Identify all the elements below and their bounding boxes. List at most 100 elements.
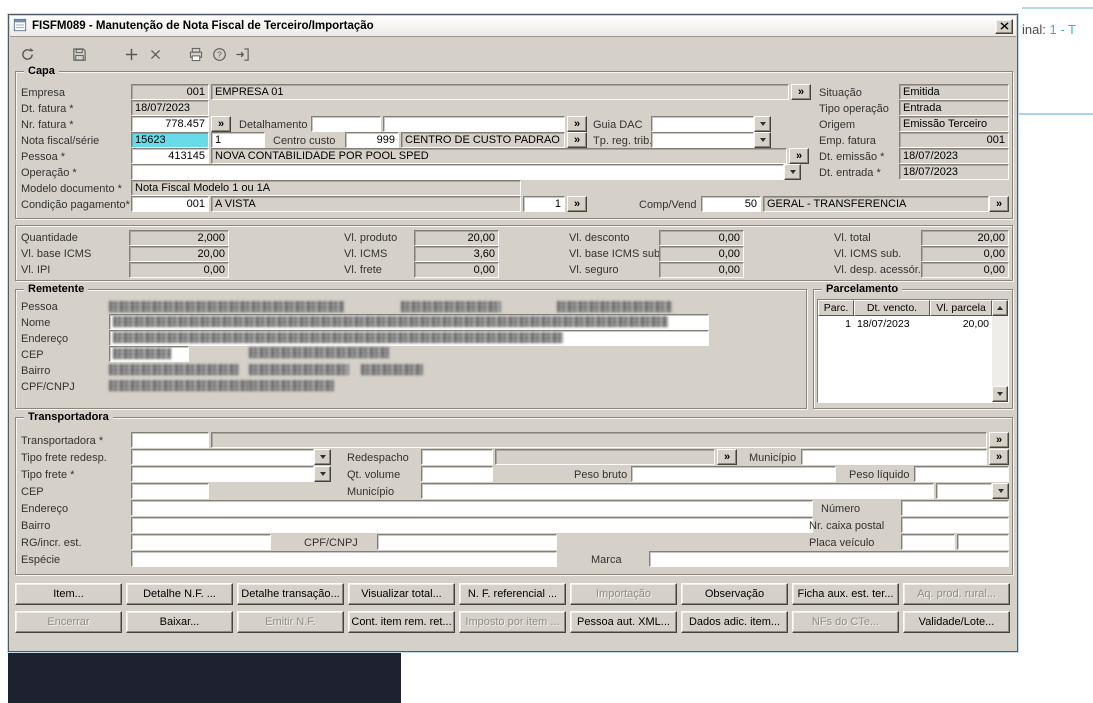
nf-referencial-button[interactable]: N. F. referencial ... (459, 583, 566, 605)
new-button[interactable] (119, 43, 143, 65)
qt-volume-field[interactable] (421, 466, 493, 482)
municipio-redesp-lookup-button[interactable]: » (989, 449, 1009, 465)
tp-reg-trib-combobox[interactable] (651, 132, 771, 148)
parcelamento-header-vl-parcela[interactable]: Vl. parcela (930, 300, 992, 316)
operacao-dropdown-button[interactable] (784, 164, 801, 180)
window-icon (13, 18, 27, 35)
undo-button[interactable] (15, 43, 39, 65)
transportadora-lookup-button[interactable]: » (989, 432, 1009, 448)
comp-vend-lookup-button[interactable]: » (989, 196, 1009, 212)
cpf-cnpj-field[interactable] (377, 534, 557, 550)
remetente-cpf-cnpj-label: CPF/CNPJ (21, 381, 75, 393)
tipo-frete-combobox[interactable] (131, 466, 331, 482)
tp-reg-trib-value[interactable] (651, 132, 754, 148)
centro-custo-name-field: CENTRO DE CUSTO PADRAO (401, 132, 565, 148)
redespacho-lookup-button[interactable]: » (717, 449, 737, 465)
comp-vend-code-field[interactable]: 50 (701, 196, 761, 212)
vl-ipi-field: 0,00 (129, 262, 229, 278)
cont-item-rem-ret-button[interactable]: Cont. item rem. ret... (348, 611, 455, 633)
uf-dropdown-button[interactable] (992, 483, 1009, 499)
parcelamento-cell-dt-vencto[interactable]: 18/07/2023 (854, 316, 930, 332)
centro-custo-code-field[interactable]: 999 (345, 132, 399, 148)
peso-liquido-label: Peso líquido (849, 469, 910, 481)
parcelamento-cell-parc[interactable]: 1 (818, 316, 854, 332)
condicao-pagamento-lookup-button[interactable]: » (567, 196, 587, 212)
operacao-combobox[interactable] (131, 164, 801, 180)
nr-caixa-postal-field[interactable] (901, 517, 1009, 533)
detalhe-nf-button[interactable]: Detalhe N.F. ... (126, 583, 233, 605)
scroll-down-button[interactable] (992, 386, 1008, 402)
ficha-aux-est-ter-button[interactable]: Ficha aux. est. ter... (792, 583, 899, 605)
validade-lote-button[interactable]: Validade/Lote... (903, 611, 1010, 633)
tipo-frete-dropdown-button[interactable] (314, 466, 331, 482)
rg-incr-est-field[interactable] (131, 534, 271, 550)
operacao-value[interactable] (131, 164, 784, 180)
uf-combobox[interactable] (936, 483, 1009, 499)
marca-field[interactable] (649, 551, 1009, 567)
bairro-field[interactable] (131, 517, 813, 533)
tipo-operacao-label: Tipo operação (819, 103, 889, 115)
tp-reg-trib-dropdown-button[interactable] (754, 132, 771, 148)
parcelamento-header-parc[interactable]: Parc. (818, 300, 854, 316)
visualizar-total-button[interactable]: Visualizar total... (348, 583, 455, 605)
placa-veiculo-field[interactable] (901, 534, 955, 550)
cep-field[interactable] (131, 483, 209, 499)
pessoa-aut-xml-button[interactable]: Pessoa aut. XML... (570, 611, 677, 633)
delete-button[interactable] (143, 43, 167, 65)
nota-fiscal-field[interactable]: 15623 (131, 132, 209, 148)
empresa-lookup-button[interactable]: » (791, 84, 811, 100)
help-button[interactable]: ? (207, 43, 231, 65)
condicao-pagamento-code-field[interactable]: 001 (131, 196, 209, 212)
detalhamento-code-field[interactable] (311, 116, 381, 132)
tipo-frete-redesp-value[interactable] (131, 449, 314, 465)
imposto-por-item-button: Imposto por item ... (459, 611, 566, 633)
situacao-field: Emitida (899, 84, 1009, 100)
scrollbar-track[interactable] (992, 316, 1008, 386)
endereco-field[interactable] (131, 500, 813, 516)
placa-uf-field[interactable] (957, 534, 1009, 550)
parcelamento-cell-vl-parcela[interactable]: 20,00 (930, 316, 992, 332)
tipo-frete-redesp-combobox[interactable] (131, 449, 331, 465)
detalhamento-lookup-button[interactable]: » (567, 116, 587, 132)
transportadora-code-field[interactable] (131, 432, 209, 448)
window-title: FISFM089 - Manutenção de Nota Fiscal de … (32, 20, 374, 32)
municipio-redesp-field[interactable] (801, 449, 987, 465)
serie-field[interactable]: 1 (211, 132, 265, 148)
nr-fatura-lookup-button[interactable]: » (211, 116, 231, 132)
parcelamento-header-dt-vencto[interactable]: Dt. vencto. (854, 300, 930, 316)
exit-button[interactable] (230, 43, 254, 65)
origem-field: Emissão Terceiro (899, 116, 1009, 132)
guia-dac-combobox[interactable] (651, 116, 771, 132)
guia-dac-dropdown-button[interactable] (754, 116, 771, 132)
tipo-frete-value[interactable] (131, 466, 314, 482)
tipo-frete-redesp-dropdown-button[interactable] (314, 449, 331, 465)
guia-dac-value[interactable] (651, 116, 754, 132)
uf-value[interactable] (936, 483, 992, 499)
pessoa-code-field[interactable]: 413145 (131, 148, 209, 164)
vl-seguro-label: Vl. seguro (569, 264, 619, 276)
scroll-up-button[interactable] (992, 300, 1008, 316)
tipo-frete-redesp-label: Tipo frete redesp. (21, 452, 107, 464)
municipio-field[interactable] (421, 483, 934, 499)
observacao-button[interactable]: Observação (681, 583, 788, 605)
close-button[interactable] (995, 18, 1013, 34)
save-button[interactable] (67, 43, 91, 65)
detalhe-transacao-button[interactable]: Detalhe transação... (237, 583, 344, 605)
comp-vend-label: Comp/Vend (639, 199, 697, 211)
print-button[interactable] (184, 43, 208, 65)
detalhamento-name-field[interactable] (383, 116, 565, 132)
redespacho-label: Redespacho (347, 452, 409, 464)
nr-fatura-field[interactable]: 778.457 (131, 116, 209, 132)
title-bar[interactable]: FISFM089 - Manutenção de Nota Fiscal de … (10, 16, 1016, 37)
numero-field[interactable] (901, 500, 1009, 516)
item-button[interactable]: Item... (15, 583, 122, 605)
centro-custo-lookup-button[interactable]: » (567, 132, 587, 148)
dados-adic-item-button[interactable]: Dados adic. item... (681, 611, 788, 633)
baixar-button[interactable]: Baixar... (126, 611, 233, 633)
especie-field[interactable] (131, 551, 557, 567)
peso-liquido-field[interactable] (914, 466, 1009, 482)
redespacho-code-field[interactable] (421, 449, 493, 465)
condicao-parcelas-field[interactable]: 1 (523, 196, 565, 212)
pessoa-lookup-button[interactable]: » (789, 148, 809, 164)
peso-bruto-field[interactable] (631, 466, 836, 482)
